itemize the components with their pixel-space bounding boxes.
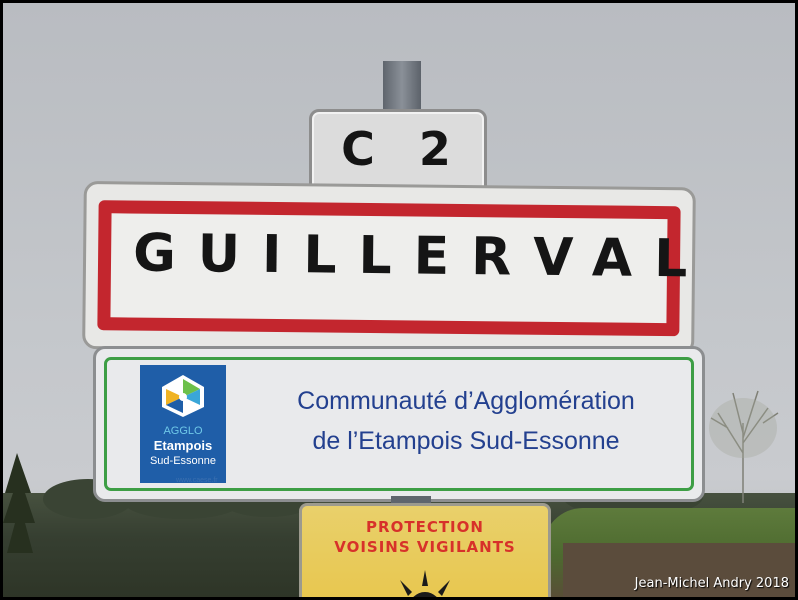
logo-name-text: Etampois — [153, 438, 213, 453]
town-name: GUILLERVAL — [132, 223, 710, 290]
route-plate-text: C 2 — [341, 122, 465, 176]
warning-line-2: VOISINS VIGILANTS — [334, 538, 516, 556]
photo-credit: Jean-Michel Andry 2018 — [634, 576, 789, 591]
pine-tree — [3, 453, 35, 553]
logo-agglo-text: AGGLO — [163, 425, 203, 437]
agglomeration-sign: AGGLO Etampois Sud-Essonne www.caese.fr … — [93, 346, 705, 502]
logo-url-text: www.caese.fr — [176, 477, 218, 484]
agglomeration-line-1: Communauté d’Agglomération — [297, 387, 635, 415]
agglo-logo: AGGLO Etampois Sud-Essonne — [140, 365, 226, 483]
town-entry-sign: GUILLERVAL — [82, 181, 710, 356]
agglomeration-line-2: de l’Etampois Sud-Essonne — [312, 427, 620, 455]
neighbourhood-watch-sign: PROTECTION VOISINS VIGILANTS — [299, 503, 551, 597]
agglo-logo-icon — [162, 375, 204, 417]
photo-frame: C 2 GUILLERVAL AGGLO Etampois Sud-Essonn… — [3, 3, 795, 597]
town-sign-red-border: GUILLERVAL — [97, 200, 710, 337]
sun-icon — [400, 570, 450, 597]
warning-line-1: PROTECTION — [366, 518, 484, 536]
logo-sub-text: Sud-Essonne — [149, 455, 217, 467]
bare-tree — [709, 390, 779, 503]
